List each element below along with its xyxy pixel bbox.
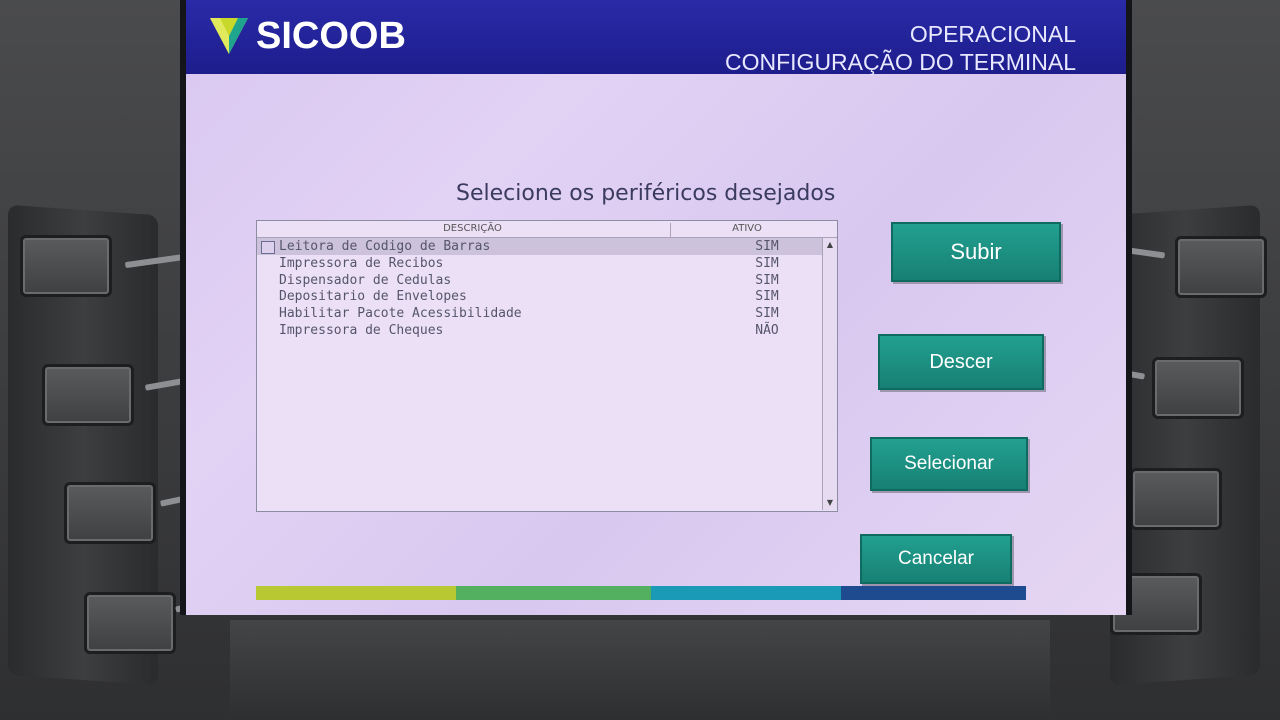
left-function-key-3[interactable]	[64, 482, 156, 544]
row-description: Impressora de Recibos	[279, 255, 444, 271]
sicoob-logo-icon	[210, 18, 248, 54]
row-description: Impressora de Cheques	[279, 322, 444, 338]
list-row[interactable]: Depositario de Envelopes SIM	[257, 288, 822, 305]
select-button[interactable]: Selecionar	[870, 437, 1028, 491]
row-description: Depositario de Envelopes	[279, 289, 467, 305]
screen-title: CONFIGURAÇÃO DO TERMINAL	[725, 49, 1076, 75]
mode-label: OPERACIONAL	[909, 21, 1076, 47]
left-function-key-4[interactable]	[84, 592, 176, 654]
list-rows: Leitora de Codigo de Barras SIM Impresso…	[257, 238, 822, 339]
right-function-key-1[interactable]	[1175, 236, 1267, 298]
list-row[interactable]: Habilitar Pacote Acessibilidade SIM	[257, 305, 822, 322]
brand-stripe-blue	[841, 586, 1026, 600]
list-header: DESCRIÇÃO ATIVO	[257, 221, 837, 238]
brand-logo: SICOOB	[208, 14, 406, 58]
row-active-status: SIM	[755, 272, 779, 288]
brand-stripe-green	[456, 586, 651, 600]
screen-bottom-frame	[230, 620, 1050, 720]
list-scrollbar[interactable]: ▲ ▼	[822, 238, 837, 510]
brand-stripe-cyan	[651, 586, 841, 600]
brand-name: SICOOB	[256, 14, 406, 57]
row-description: Dispensador de Cedulas	[279, 272, 452, 288]
list-row[interactable]: Dispensador de Cedulas SIM	[257, 272, 822, 289]
list-row[interactable]: Leitora de Codigo de Barras SIM	[257, 238, 822, 255]
row-checkbox[interactable]	[261, 241, 275, 254]
peripherals-list: DESCRIÇÃO ATIVO Leitora de Codigo de Bar…	[256, 220, 838, 512]
row-active-status: SIM	[755, 289, 779, 305]
right-function-key-3[interactable]	[1130, 468, 1222, 530]
scroll-up-arrow-icon[interactable]: ▲	[825, 240, 835, 250]
row-active-status: SIM	[755, 306, 779, 322]
list-row[interactable]: Impressora de Recibos SIM	[257, 255, 822, 272]
row-description: Habilitar Pacote Acessibilidade	[279, 306, 522, 322]
cancel-button[interactable]: Cancelar	[860, 534, 1012, 584]
left-function-key-1[interactable]	[20, 235, 112, 297]
down-button[interactable]: Descer	[878, 334, 1044, 390]
header-titles: OPERACIONAL CONFIGURAÇÃO DO TERMINAL	[725, 20, 1076, 76]
row-description: Leitora de Codigo de Barras	[279, 239, 491, 254]
column-header-description: DESCRIÇÃO	[275, 223, 671, 237]
atm-screen: SICOOB OPERACIONAL CONFIGURAÇÃO DO TERMI…	[180, 0, 1132, 615]
list-row[interactable]: Impressora de Cheques NÃO	[257, 322, 822, 339]
row-active-status: NÃO	[755, 322, 779, 338]
scroll-down-arrow-icon[interactable]: ▼	[825, 498, 835, 508]
page-prompt: Selecione os periféricos desejados	[456, 181, 836, 206]
row-active-status: SIM	[755, 239, 779, 254]
row-active-status: SIM	[755, 255, 779, 271]
up-button[interactable]: Subir	[891, 222, 1061, 282]
right-function-key-2[interactable]	[1152, 357, 1244, 419]
header-bar: SICOOB OPERACIONAL CONFIGURAÇÃO DO TERMI…	[186, 0, 1126, 76]
left-function-key-2[interactable]	[42, 364, 134, 426]
brand-stripe-yellow	[256, 586, 456, 600]
column-header-active: ATIVO	[732, 223, 762, 234]
